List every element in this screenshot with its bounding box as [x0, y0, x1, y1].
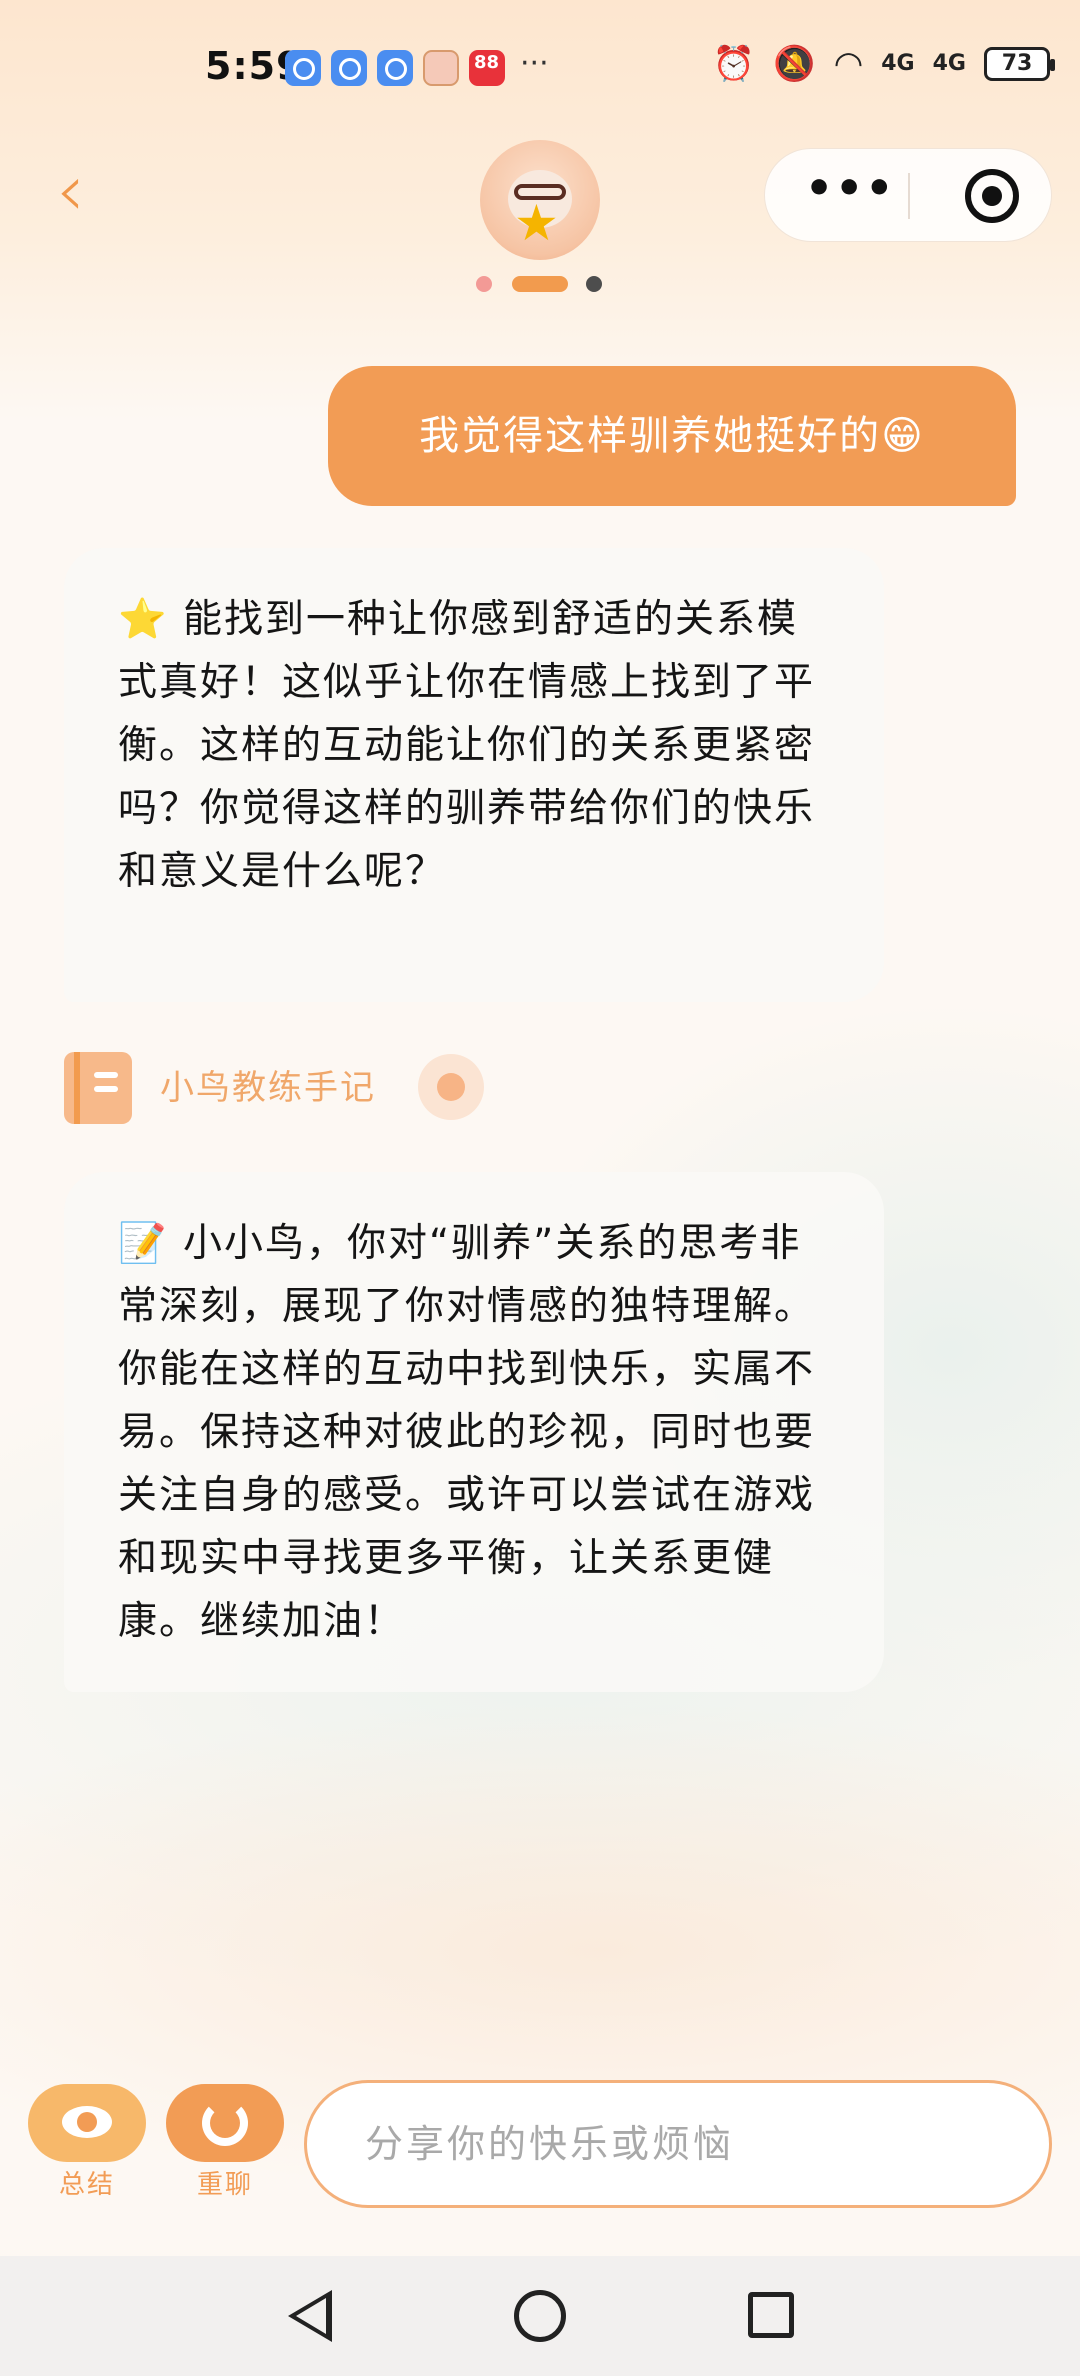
user-message: 我觉得这样驯养她挺好的😁: [328, 366, 1016, 506]
miniapp-capsule: •••: [764, 148, 1052, 242]
page-indicator: [476, 272, 606, 292]
nav-back-button[interactable]: [250, 2256, 370, 2376]
system-navigation-bar: [0, 2256, 1080, 2376]
circle-home-icon: [514, 2290, 566, 2342]
audio-play-button[interactable]: [418, 1054, 484, 1120]
star-icon: ★: [514, 194, 559, 252]
app-notification-icon: [423, 50, 459, 86]
notebook-icon: [64, 1052, 132, 1124]
alarm-notification-icon: [377, 50, 413, 86]
bot-message: ⭐ 能找到一种让你感到舒适的关系模式真好！这似乎让你在情感上找到了平衡。这样的互…: [64, 548, 884, 1002]
message-input[interactable]: [304, 2080, 1052, 2208]
status-bar: 5:59 ··· ⏰ 🔕 ◠ 4G 4G 73: [0, 0, 1080, 140]
restart-label: 重聊: [196, 2170, 253, 2200]
app-notification-icon: [469, 50, 505, 86]
alarm-notification-icon: [331, 50, 367, 86]
restart-chat-button[interactable]: [166, 2084, 284, 2162]
battery-indicator: 73: [984, 47, 1055, 81]
more-menu-button[interactable]: •••: [805, 167, 895, 219]
nav-recents-button[interactable]: [710, 2256, 830, 2376]
summary-label: 总结: [58, 2170, 115, 2200]
coach-avatar[interactable]: ★: [480, 140, 600, 260]
close-miniapp-button[interactable]: [965, 169, 1019, 223]
nav-home-button[interactable]: [480, 2256, 600, 2376]
signal-4g-icon: 4G: [932, 51, 966, 76]
alarm-notification-icon: [285, 50, 321, 86]
refresh-icon: [202, 2100, 248, 2146]
square-recents-icon: [748, 2292, 794, 2338]
wifi-icon: ◠: [833, 44, 864, 84]
notebook-label: 小鸟教练手记: [160, 1068, 376, 1108]
triangle-back-icon: [288, 2290, 332, 2342]
eye-icon: [62, 2106, 112, 2138]
alarm-icon: ⏰: [712, 44, 756, 84]
chevron-left-icon: ‹: [56, 148, 85, 232]
mute-icon: 🔕: [773, 44, 816, 84]
signal-4g-icon: 4G: [881, 51, 915, 76]
coach-note-message: 📝 小小鸟，你对“驯养”关系的思考非常深刻，展现了你对情感的独特理解。你能在这样…: [64, 1172, 884, 1692]
summary-button[interactable]: [28, 2084, 146, 2162]
back-button[interactable]: ‹: [56, 150, 106, 230]
more-notifications-icon: ···: [520, 46, 549, 81]
